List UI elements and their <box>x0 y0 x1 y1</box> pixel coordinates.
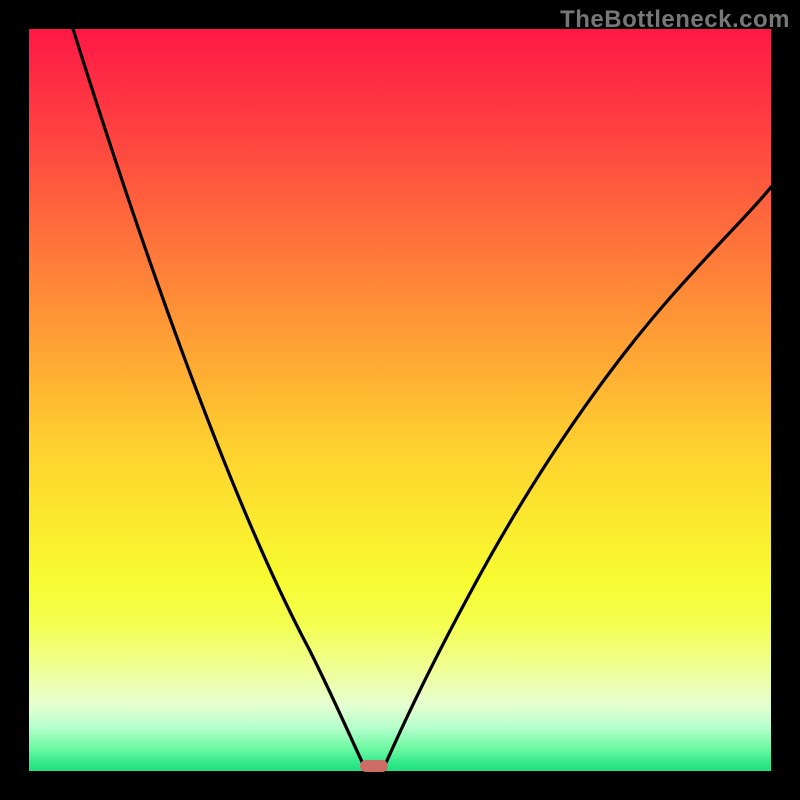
bottleneck-curve <box>29 29 771 771</box>
optimal-point-marker <box>360 760 388 772</box>
plot-area <box>29 29 771 771</box>
curve-right-branch <box>385 187 771 765</box>
chart-frame: TheBottleneck.com <box>0 0 800 800</box>
curve-left-branch <box>73 29 363 764</box>
